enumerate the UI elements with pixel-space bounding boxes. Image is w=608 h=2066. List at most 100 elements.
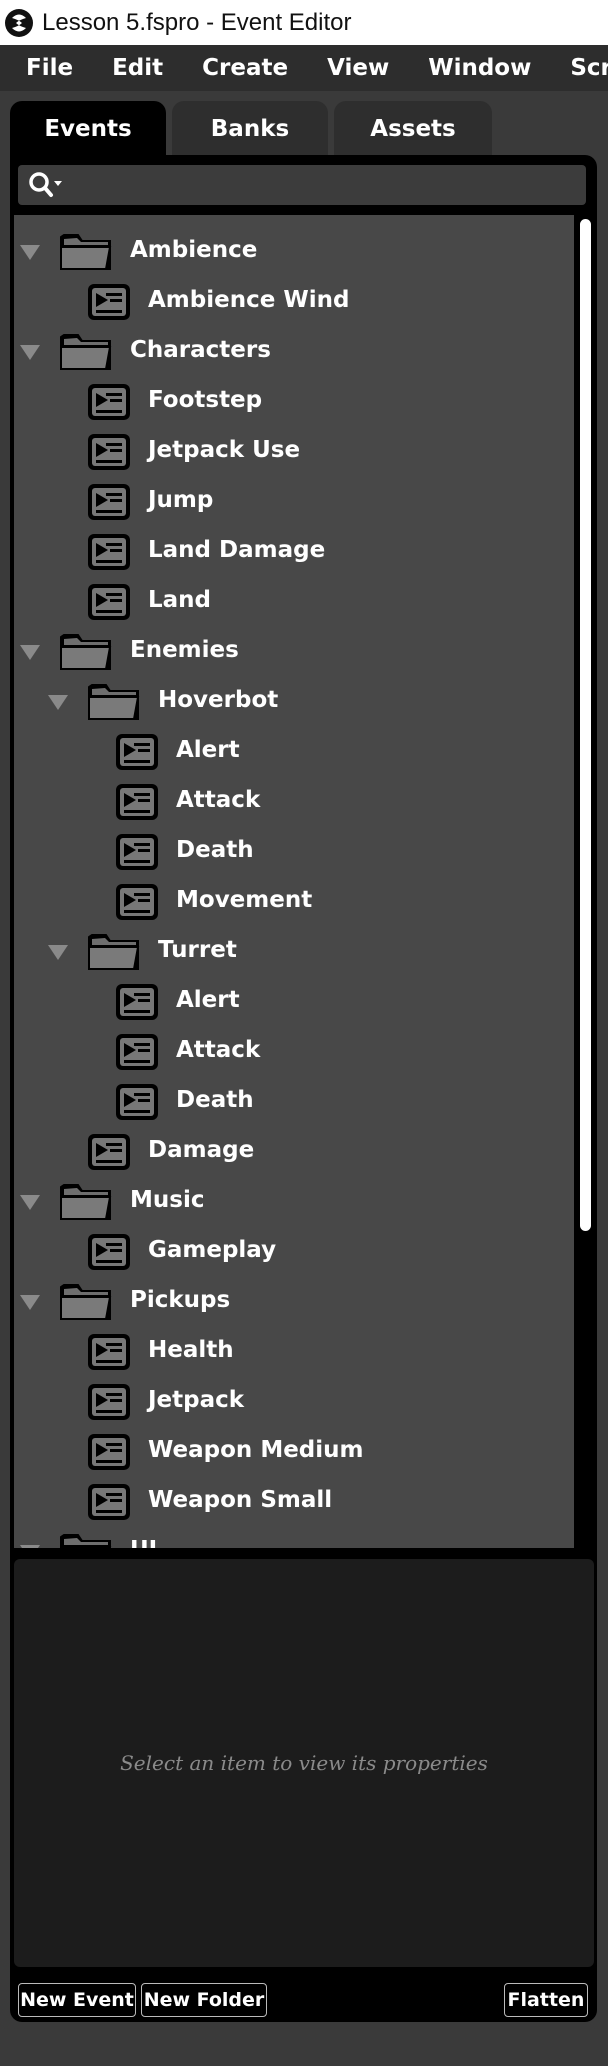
tab-assets[interactable]: Assets	[334, 101, 492, 156]
menu-view[interactable]: View	[301, 55, 402, 81]
tree-event-row[interactable]: Ambience Wind	[14, 277, 574, 327]
folder-icon	[58, 629, 114, 679]
expand-triangle-icon[interactable]	[20, 245, 40, 260]
tree-event-row[interactable]: Weapon Medium	[14, 1427, 574, 1477]
folder-icon	[58, 329, 114, 379]
event-icon	[86, 1132, 132, 1178]
events-panel: Ambience Ambience Wind Characters Footstep J…	[10, 155, 597, 2022]
tree-item-label: Weapon Small	[148, 1487, 333, 1513]
menu-scripts[interactable]: Scripts	[544, 55, 608, 81]
search-input[interactable]	[66, 166, 586, 204]
event-icon	[86, 1482, 132, 1528]
tree-event-row[interactable]: Attack	[14, 1027, 574, 1077]
tree-folder-row[interactable]: Ambience	[14, 227, 574, 277]
tree-event-row[interactable]: Movement	[14, 877, 574, 927]
folder-icon	[86, 679, 142, 729]
properties-hint: Select an item to view its properties	[120, 1751, 488, 1775]
menu-edit[interactable]: Edit	[86, 55, 176, 81]
tree-item-label: Attack	[176, 1037, 261, 1063]
tree-item-label: Jump	[148, 487, 214, 513]
expand-triangle-icon[interactable]	[20, 345, 40, 360]
tree-event-row[interactable]: Jump	[14, 477, 574, 527]
event-icon	[86, 1332, 132, 1378]
tree-item-label: Movement	[176, 887, 313, 913]
menu-file[interactable]: File	[0, 55, 86, 81]
browser-tabs: Events Banks Assets	[10, 101, 492, 156]
tree-event-row[interactable]: Death	[14, 1077, 574, 1127]
tree-item-label: Death	[176, 837, 254, 863]
window-title: Lesson 5.fspro - Event Editor	[42, 8, 352, 36]
tree-folder-row[interactable]: Enemies	[14, 627, 574, 677]
tree-item-label: Death	[176, 1087, 254, 1113]
tree-event-row[interactable]: Land	[14, 577, 574, 627]
event-icon	[114, 982, 160, 1028]
event-icon	[86, 282, 132, 328]
folder-icon	[58, 1529, 114, 1548]
tree-event-row[interactable]: Jetpack Use	[14, 427, 574, 477]
tree-event-row[interactable]: Jetpack	[14, 1377, 574, 1427]
tree-event-row[interactable]: Alert	[14, 727, 574, 777]
tree-event-row[interactable]: Land Damage	[14, 527, 574, 577]
search-icon[interactable]	[26, 170, 66, 200]
tab-events[interactable]: Events	[10, 101, 166, 156]
tree-folder-row[interactable]: Hoverbot	[14, 677, 574, 727]
title-bar: Lesson 5.fspro - Event Editor	[0, 0, 608, 45]
tree-folder-row[interactable]: Pickups	[14, 1277, 574, 1327]
tree-item-label: Gameplay	[148, 1237, 277, 1263]
folder-icon	[58, 1279, 114, 1329]
tree-event-row[interactable]: Weapon Small	[14, 1477, 574, 1527]
event-tree[interactable]: Ambience Ambience Wind Characters Footstep J…	[14, 215, 574, 1548]
tree-folder-row[interactable]: UI	[14, 1527, 574, 1548]
tree-folder-row[interactable]: Music	[14, 1177, 574, 1227]
menu-window[interactable]: Window	[402, 55, 544, 81]
event-icon	[86, 1232, 132, 1278]
fmod-logo-icon	[5, 8, 33, 37]
event-icon	[114, 732, 160, 778]
tree-scrollbar[interactable]	[576, 215, 594, 1548]
search-box[interactable]	[18, 165, 586, 205]
tree-folder-row[interactable]: Turret	[14, 927, 574, 977]
folder-icon	[86, 929, 142, 979]
tree-event-row[interactable]: Alert	[14, 977, 574, 1027]
new-event-button[interactable]: New Event	[18, 1983, 136, 2017]
tree-item-label: Music	[130, 1187, 205, 1213]
event-icon	[86, 532, 132, 578]
scrollbar-thumb[interactable]	[580, 219, 591, 1231]
expand-triangle-icon[interactable]	[48, 695, 68, 710]
tree-item-label: Ambience	[130, 237, 258, 263]
expand-triangle-icon[interactable]	[20, 1295, 40, 1310]
folder-icon	[58, 1179, 114, 1229]
event-icon	[86, 1382, 132, 1428]
new-folder-button[interactable]: New Folder	[141, 1983, 267, 2017]
tree-item-label: Alert	[176, 987, 240, 1013]
tree-item-label: Pickups	[130, 1287, 231, 1313]
tree-item-label: Characters	[130, 337, 271, 363]
expand-triangle-icon[interactable]	[20, 1545, 40, 1548]
menu-bar: File Edit Create View Window Scripts	[0, 45, 608, 91]
tree-event-row[interactable]: Health	[14, 1327, 574, 1377]
tree-event-row[interactable]: Damage	[14, 1127, 574, 1177]
event-icon	[86, 432, 132, 478]
event-icon	[86, 582, 132, 628]
tree-event-row[interactable]: Attack	[14, 777, 574, 827]
expand-triangle-icon[interactable]	[48, 945, 68, 960]
event-icon	[86, 1432, 132, 1478]
tree-item-label: Turret	[158, 937, 237, 963]
event-icon	[114, 782, 160, 828]
flatten-button[interactable]: Flatten	[504, 1983, 588, 2017]
tree-event-row[interactable]: Death	[14, 827, 574, 877]
tree-item-label: Alert	[176, 737, 240, 763]
expand-triangle-icon[interactable]	[20, 645, 40, 660]
menu-create[interactable]: Create	[176, 55, 301, 81]
tree-event-row[interactable]: Gameplay	[14, 1227, 574, 1277]
expand-triangle-icon[interactable]	[20, 1195, 40, 1210]
tree-event-row[interactable]: Footstep	[14, 377, 574, 427]
tree-item-label: Ambience Wind	[148, 287, 350, 313]
tree-item-label: Land Damage	[148, 537, 326, 563]
event-icon	[86, 382, 132, 428]
tree-item-label: Land	[148, 587, 212, 613]
tree-item-label: Health	[148, 1337, 234, 1363]
tree-folder-row[interactable]: Characters	[14, 327, 574, 377]
tree-item-label: Enemies	[130, 637, 239, 663]
tab-banks[interactable]: Banks	[172, 101, 328, 156]
